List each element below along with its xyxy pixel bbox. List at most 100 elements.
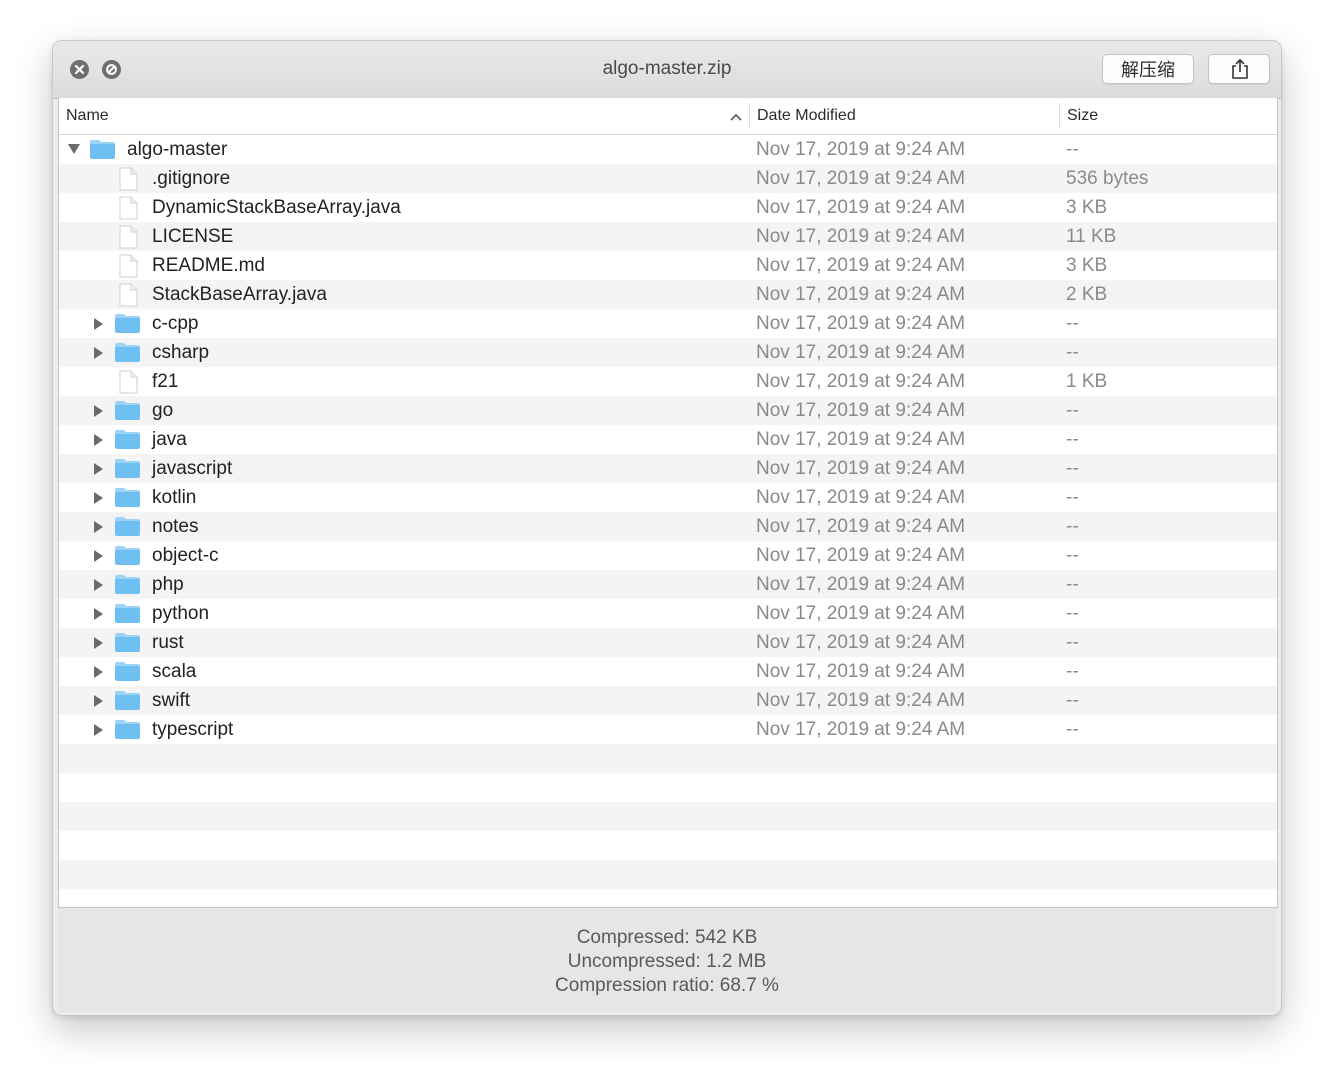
- file-size: 1 KB: [1066, 371, 1108, 392]
- disclosure-collapsed[interactable]: [92, 715, 108, 744]
- file-row[interactable]: .gitignore Nov 17, 2019 at 9:24 AM 536 byt…: [59, 164, 1277, 193]
- file-name: rust: [152, 632, 184, 653]
- file-size: --: [1066, 458, 1079, 479]
- triangle-right-icon: [94, 434, 103, 446]
- folder-icon: [115, 459, 140, 478]
- folder-row[interactable]: notes Nov 17, 2019 at 9:24 AM --: [59, 512, 1277, 541]
- folder-icon: [115, 604, 140, 623]
- disclosure-collapsed[interactable]: [92, 425, 108, 454]
- file-date-modified: Nov 17, 2019 at 9:24 AM: [756, 661, 966, 682]
- folder-icon: [114, 399, 141, 427]
- folder-row[interactable]: swift Nov 17, 2019 at 9:24 AM --: [59, 686, 1277, 715]
- file-size: --: [1066, 516, 1079, 537]
- file-name: typescript: [152, 719, 234, 740]
- column-size[interactable]: Size: [1067, 107, 1098, 125]
- column-divider[interactable]: [749, 103, 750, 129]
- triangle-right-icon: [94, 318, 103, 330]
- folder-icon: [115, 633, 140, 652]
- file-name: f21: [152, 371, 179, 392]
- share-button[interactable]: [1208, 54, 1270, 84]
- triangle-right-icon: [94, 550, 103, 562]
- folder-row[interactable]: object-c Nov 17, 2019 at 9:24 AM --: [59, 541, 1277, 570]
- column-date-modified[interactable]: Date Modified: [757, 107, 856, 125]
- folder-icon: [115, 517, 140, 536]
- folder-icon: [114, 486, 141, 514]
- folder-row[interactable]: c-cpp Nov 17, 2019 at 9:24 AM --: [59, 309, 1277, 338]
- archive-window: algo-master.zip 解压缩 Name Date Modified S…: [52, 40, 1282, 1016]
- file-row[interactable]: StackBaseArray.java Nov 17, 2019 at 9:24 …: [59, 280, 1277, 309]
- file-row[interactable]: LICENSE Nov 17, 2019 at 9:24 AM 11 KB: [59, 222, 1277, 251]
- file-date-modified: Nov 17, 2019 at 9:24 AM: [756, 255, 966, 276]
- folder-icon: [90, 140, 115, 159]
- disclosure-collapsed[interactable]: [92, 599, 108, 628]
- file-size: 2 KB: [1066, 284, 1108, 305]
- folder-row[interactable]: javascript Nov 17, 2019 at 9:24 AM --: [59, 454, 1277, 483]
- disclosure-collapsed[interactable]: [92, 657, 108, 686]
- disclosure-collapsed[interactable]: [92, 686, 108, 715]
- folder-icon: [115, 691, 140, 710]
- file-row[interactable]: README.md Nov 17, 2019 at 9:24 AM 3 KB: [59, 251, 1277, 280]
- folder-icon: [114, 428, 141, 456]
- disclosure-collapsed[interactable]: [92, 628, 108, 657]
- folder-icon: [114, 631, 141, 659]
- file-name: notes: [152, 516, 199, 537]
- folder-row[interactable]: typescript Nov 17, 2019 at 9:24 AM --: [59, 715, 1277, 744]
- disclosure-collapsed[interactable]: [92, 512, 108, 541]
- folder-row[interactable]: kotlin Nov 17, 2019 at 9:24 AM --: [59, 483, 1277, 512]
- file-size: 3 KB: [1066, 197, 1108, 218]
- folder-row[interactable]: algo-master Nov 17, 2019 at 9:24 AM --: [59, 135, 1277, 164]
- file-date-modified: Nov 17, 2019 at 9:24 AM: [756, 168, 966, 189]
- file-date-modified: Nov 17, 2019 at 9:24 AM: [756, 719, 966, 740]
- column-divider[interactable]: [1059, 103, 1060, 129]
- document-icon: [119, 225, 138, 249]
- disclosure-collapsed[interactable]: [92, 483, 108, 512]
- file-name: object-c: [152, 545, 219, 566]
- folder-icon: [114, 341, 141, 369]
- folder-icon: [114, 689, 141, 717]
- file-date-modified: Nov 17, 2019 at 9:24 AM: [756, 603, 966, 624]
- sort-ascending-icon[interactable]: [729, 112, 743, 122]
- file-size: 11 KB: [1066, 226, 1117, 247]
- file-row[interactable]: DynamicStackBaseArray.java Nov 17, 2019 a…: [59, 193, 1277, 222]
- file-name: kotlin: [152, 487, 197, 508]
- empty-row: [59, 860, 1277, 889]
- column-name[interactable]: Name: [66, 107, 109, 125]
- folder-row[interactable]: rust Nov 17, 2019 at 9:24 AM --: [59, 628, 1277, 657]
- folder-icon: [114, 718, 141, 746]
- file-date-modified: Nov 17, 2019 at 9:24 AM: [756, 429, 966, 450]
- file-size: --: [1066, 545, 1079, 566]
- disclosure-expanded[interactable]: [67, 135, 83, 164]
- disclosure-collapsed[interactable]: [92, 396, 108, 425]
- file-size: 536 bytes: [1066, 168, 1149, 189]
- empty-row: [59, 744, 1277, 773]
- file-name: javascript: [152, 458, 233, 479]
- folder-row[interactable]: csharp Nov 17, 2019 at 9:24 AM --: [59, 338, 1277, 367]
- compression-ratio: Compression ratio: 68.7 %: [555, 975, 779, 996]
- folder-row[interactable]: scala Nov 17, 2019 at 9:24 AM --: [59, 657, 1277, 686]
- disclosure-collapsed[interactable]: [92, 541, 108, 570]
- disclosure-collapsed[interactable]: [92, 570, 108, 599]
- folder-row[interactable]: go Nov 17, 2019 at 9:24 AM --: [59, 396, 1277, 425]
- file-list[interactable]: Name Date Modified Size algo-master Nov 1…: [58, 98, 1278, 908]
- title-bar[interactable]: algo-master.zip 解压缩: [53, 41, 1281, 99]
- file-name: php: [152, 574, 184, 595]
- folder-icon: [114, 602, 141, 630]
- file-date-modified: Nov 17, 2019 at 9:24 AM: [756, 487, 966, 508]
- disclosure-collapsed[interactable]: [92, 454, 108, 483]
- folder-icon: [114, 312, 141, 340]
- folder-icon: [114, 573, 141, 601]
- triangle-right-icon: [94, 608, 103, 620]
- file-date-modified: Nov 17, 2019 at 9:24 AM: [756, 545, 966, 566]
- file-size: 3 KB: [1066, 255, 1108, 276]
- extract-button[interactable]: 解压缩: [1102, 54, 1194, 84]
- file-name: swift: [152, 690, 190, 711]
- disclosure-collapsed[interactable]: [92, 338, 108, 367]
- file-size: --: [1066, 139, 1079, 160]
- disclosure-collapsed[interactable]: [92, 309, 108, 338]
- folder-row[interactable]: python Nov 17, 2019 at 9:24 AM --: [59, 599, 1277, 628]
- folder-row[interactable]: java Nov 17, 2019 at 9:24 AM --: [59, 425, 1277, 454]
- folder-icon: [115, 488, 140, 507]
- file-row[interactable]: f21 Nov 17, 2019 at 9:24 AM 1 KB: [59, 367, 1277, 396]
- archive-info: Compressed: 542 KB Uncompressed: 1.2 MB …: [58, 907, 1276, 1012]
- folder-row[interactable]: php Nov 17, 2019 at 9:24 AM --: [59, 570, 1277, 599]
